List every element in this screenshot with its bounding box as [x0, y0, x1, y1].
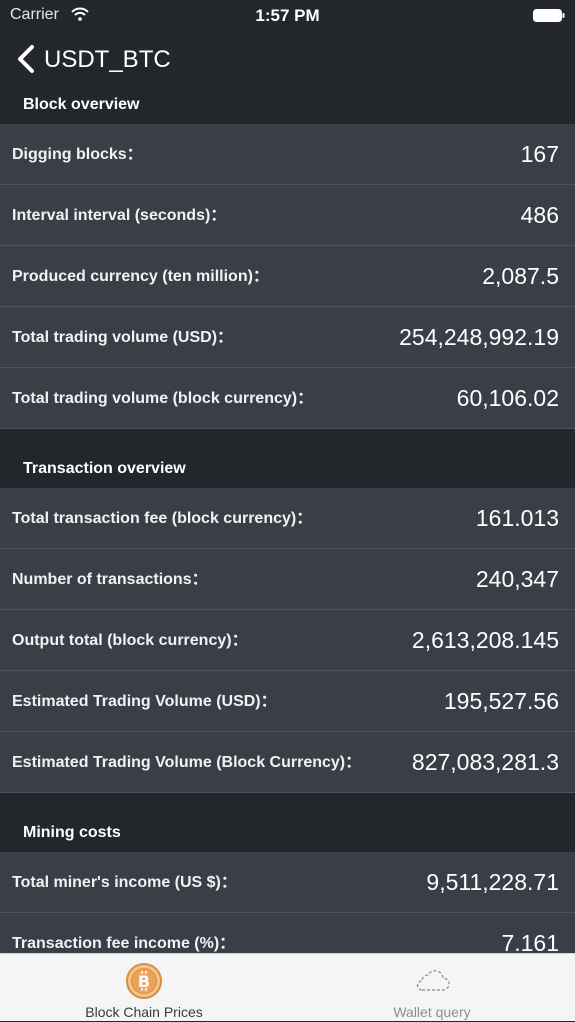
tab-block-chain-prices[interactable]: B Block Chain Prices — [0, 954, 288, 1022]
row-label: Digging blocks： — [12, 146, 143, 163]
row-label: Total trading volume (USD)： — [12, 329, 234, 346]
row-label: Output total (block currency)： — [12, 632, 248, 649]
list-row: Total trading volume (USD)： 254,248,992.1… — [0, 307, 575, 368]
details-list[interactable]: Block overview Digging blocks： 167 Interv… — [0, 82, 575, 954]
row-value: 240,347 — [475, 566, 559, 592]
row-label: Total trading volume (block currency)： — [12, 390, 314, 407]
row-value: 2,087.5 — [482, 263, 559, 289]
tab-bar: B Block Chain Prices Wallet query — [0, 953, 575, 1021]
row-label: Total miner's income (US $)： — [12, 874, 237, 891]
row-label: Estimated Trading Volume (USD)： — [12, 693, 277, 710]
list-row: Output total (block currency)： 2,613,208.… — [0, 610, 575, 671]
row-label: Transaction fee income (%)： — [12, 935, 236, 952]
navigation-bar: USDT_BTC — [0, 38, 575, 82]
list-row: Number of transactions： 240,347 — [0, 549, 575, 610]
tab-wallet-query[interactable]: Wallet query — [288, 954, 575, 1022]
list-row: Interval interval (seconds)： 486 — [0, 185, 575, 246]
tab-label: Block Chain Prices — [85, 1004, 203, 1020]
row-value: 2,613,208.145 — [411, 627, 559, 653]
list-row: Estimated Trading Volume (USD)： 195,527.5… — [0, 671, 575, 732]
row-value: 161.013 — [475, 505, 559, 531]
list-row: Digging blocks： 167 — [0, 124, 575, 185]
list-row: Transaction fee income (%)： 7.161 — [0, 913, 575, 954]
section-header-transaction-overview: Transaction overview — [0, 429, 575, 488]
list-row: Total trading volume (block currency)： 60… — [0, 368, 575, 429]
row-value: 254,248,992.19 — [399, 324, 559, 350]
section-header-mining-costs: Mining costs — [0, 793, 575, 852]
section-header-block-overview: Block overview — [0, 82, 575, 124]
row-label: Produced currency (ten million)： — [12, 268, 269, 285]
svg-text:B: B — [138, 972, 150, 991]
bitcoin-coin-icon: B — [126, 963, 162, 999]
row-label: Total transaction fee (block currency)： — [12, 510, 313, 527]
page-title: USDT_BTC — [44, 46, 171, 73]
row-value: 7.161 — [501, 930, 559, 954]
row-label: Number of transactions： — [12, 571, 208, 588]
battery-icon — [533, 9, 565, 22]
list-row: Total miner's income (US $)： 9,511,228.71 — [0, 852, 575, 913]
row-value: 486 — [520, 202, 559, 228]
row-value: 195,527.56 — [443, 688, 559, 714]
list-row: Total transaction fee (block currency)： 1… — [0, 488, 575, 549]
tab-label: Wallet query — [393, 1004, 471, 1020]
row-value: 167 — [520, 141, 559, 167]
cloud-icon — [416, 970, 450, 991]
clock: 1:57 PM — [255, 6, 320, 25]
row-label: Interval interval (seconds)： — [12, 207, 227, 224]
back-chevron-icon[interactable] — [14, 44, 40, 74]
status-bar: Carrier 1:57 PM — [0, 0, 575, 32]
row-value: 9,511,228.71 — [426, 869, 559, 895]
row-label: Estimated Trading Volume (Block Currency… — [12, 754, 362, 771]
row-value: 60,106.02 — [456, 385, 559, 411]
list-row: Produced currency (ten million)： 2,087.5 — [0, 246, 575, 307]
list-row: Estimated Trading Volume (Block Currency… — [0, 732, 575, 793]
row-value: 827,083,281.3 — [411, 749, 559, 775]
